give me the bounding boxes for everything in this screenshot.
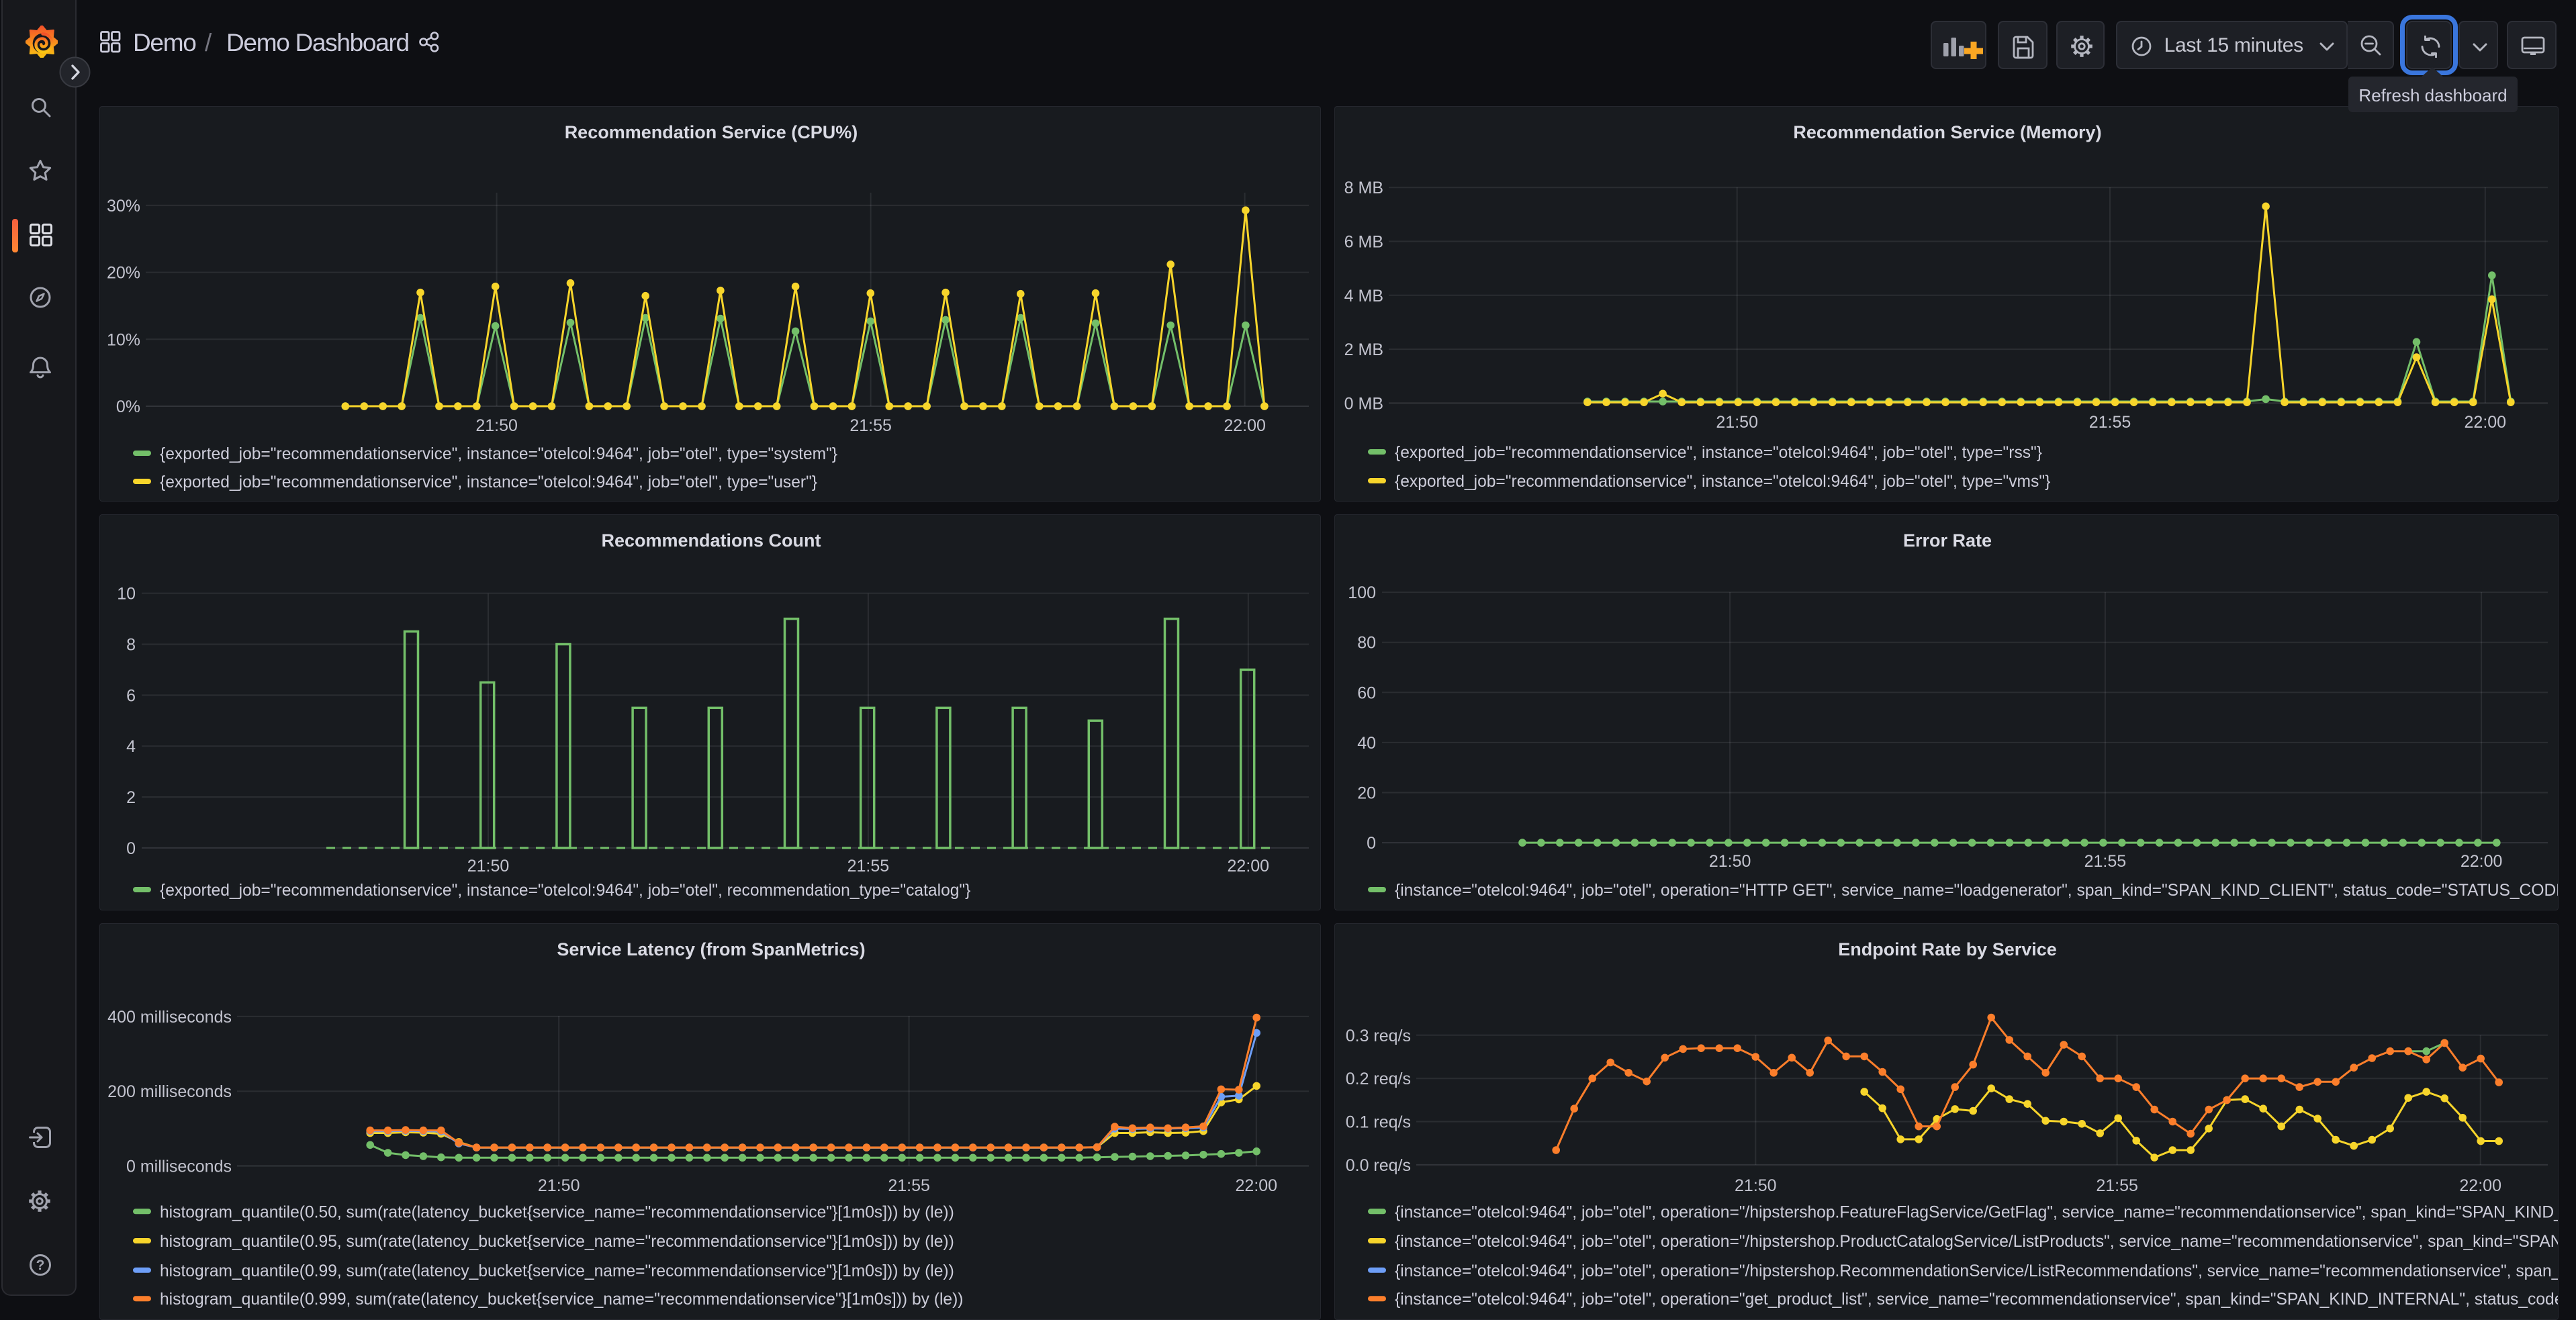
svg-text:21:50: 21:50 — [467, 857, 510, 876]
svg-text:21:50: 21:50 — [1709, 852, 1751, 871]
svg-text:40: 40 — [1357, 734, 1376, 753]
svg-text:histogram_quantile(0.50, sum(r: histogram_quantile(0.50, sum(rate(latenc… — [160, 1203, 954, 1221]
svg-text:0.2 req/s: 0.2 req/s — [1346, 1070, 1411, 1088]
svg-text:22:00: 22:00 — [2465, 413, 2507, 432]
svg-text:60: 60 — [1357, 683, 1376, 702]
svg-text:{exported_job="recommendations: {exported_job="recommendationservice", i… — [160, 473, 817, 491]
svg-text:0.1 req/s: 0.1 req/s — [1346, 1113, 1411, 1132]
svg-text:21:50: 21:50 — [475, 416, 518, 435]
svg-text:22:00: 22:00 — [1228, 857, 1270, 876]
svg-text:histogram_quantile(0.99, sum(r: histogram_quantile(0.99, sum(rate(latenc… — [160, 1262, 954, 1280]
svg-text:21:50: 21:50 — [1735, 1176, 1777, 1195]
svg-text:Error Rate: Error Rate — [1903, 530, 1992, 551]
svg-text:6 MB: 6 MB — [1344, 233, 1383, 252]
svg-text:0.0 req/s: 0.0 req/s — [1346, 1156, 1411, 1175]
svg-text:21:55: 21:55 — [2096, 1176, 2138, 1195]
svg-text:0 milliseconds: 0 milliseconds — [126, 1158, 232, 1176]
svg-text:6: 6 — [126, 686, 136, 705]
svg-text:Endpoint Rate by Service: Endpoint Rate by Service — [1838, 939, 2057, 959]
svg-text:8: 8 — [126, 636, 136, 655]
svg-text:10: 10 — [117, 585, 136, 604]
svg-text:histogram_quantile(0.999, sum(: histogram_quantile(0.999, sum(rate(laten… — [160, 1290, 963, 1309]
svg-text:2: 2 — [126, 788, 136, 807]
svg-text:?: ? — [36, 1258, 45, 1273]
svg-text:{instance="otelcol:9464", job=: {instance="otelcol:9464", job="otel", op… — [1395, 882, 2559, 900]
svg-text:20: 20 — [1357, 784, 1376, 803]
svg-text:0.3 req/s: 0.3 req/s — [1346, 1027, 1411, 1045]
svg-text:21:55: 21:55 — [2084, 852, 2127, 871]
svg-text:22:00: 22:00 — [2459, 1176, 2501, 1195]
svg-text:Recommendation Service (Memory: Recommendation Service (Memory) — [1793, 122, 2101, 142]
svg-text:10%: 10% — [107, 330, 140, 349]
svg-text:Service Latency (from SpanMetr: Service Latency (from SpanMetrics) — [557, 939, 865, 959]
svg-text:{instance="otelcol:9464", job=: {instance="otelcol:9464", job="otel", op… — [1395, 1290, 2559, 1309]
svg-text:8 MB: 8 MB — [1344, 179, 1383, 197]
svg-text:0%: 0% — [116, 397, 140, 416]
svg-text:{instance="otelcol:9464", job=: {instance="otelcol:9464", job="otel", op… — [1395, 1233, 2559, 1251]
svg-text:{exported_job="recommendations: {exported_job="recommendationservice", i… — [1395, 473, 2050, 491]
svg-text:22:00: 22:00 — [1224, 416, 1266, 435]
svg-text:22:00: 22:00 — [2460, 852, 2503, 871]
svg-text:200 milliseconds: 200 milliseconds — [107, 1082, 232, 1101]
svg-text:{exported_job="recommendations: {exported_job="recommendationservice", i… — [1395, 444, 2042, 462]
svg-text:0: 0 — [1367, 834, 1376, 853]
svg-text:80: 80 — [1357, 634, 1376, 653]
svg-text:21:55: 21:55 — [849, 416, 892, 435]
svg-text:21:55: 21:55 — [888, 1176, 930, 1195]
svg-text:0: 0 — [126, 839, 136, 858]
svg-text:{exported_job="recommendations: {exported_job="recommendationservice", i… — [160, 445, 837, 463]
svg-text:histogram_quantile(0.95, sum(r: histogram_quantile(0.95, sum(rate(latenc… — [160, 1233, 954, 1251]
svg-text:0 MB: 0 MB — [1344, 394, 1383, 413]
svg-text:21:55: 21:55 — [847, 857, 890, 876]
svg-text:{instance="otelcol:9464", job=: {instance="otelcol:9464", job="otel", op… — [1395, 1262, 2559, 1280]
svg-text:4 MB: 4 MB — [1344, 287, 1383, 305]
svg-text:Recommendation Service (CPU%): Recommendation Service (CPU%) — [565, 122, 858, 142]
svg-text:Recommendations Count: Recommendations Count — [601, 530, 821, 551]
svg-text:4: 4 — [126, 737, 136, 756]
svg-text:{exported_job="recommendations: {exported_job="recommendationservice", i… — [160, 882, 970, 900]
svg-text:2 MB: 2 MB — [1344, 340, 1383, 359]
svg-text:20%: 20% — [107, 264, 140, 283]
svg-text:400 milliseconds: 400 milliseconds — [107, 1008, 232, 1027]
svg-text:21:50: 21:50 — [538, 1176, 580, 1195]
svg-text:{instance="otelcol:9464", job=: {instance="otelcol:9464", job="otel", op… — [1395, 1203, 2559, 1221]
svg-text:30%: 30% — [107, 197, 140, 216]
svg-text:22:00: 22:00 — [1236, 1176, 1278, 1195]
svg-text:21:50: 21:50 — [1716, 413, 1758, 432]
svg-text:100: 100 — [1348, 583, 1376, 602]
svg-text:21:55: 21:55 — [2089, 413, 2131, 432]
